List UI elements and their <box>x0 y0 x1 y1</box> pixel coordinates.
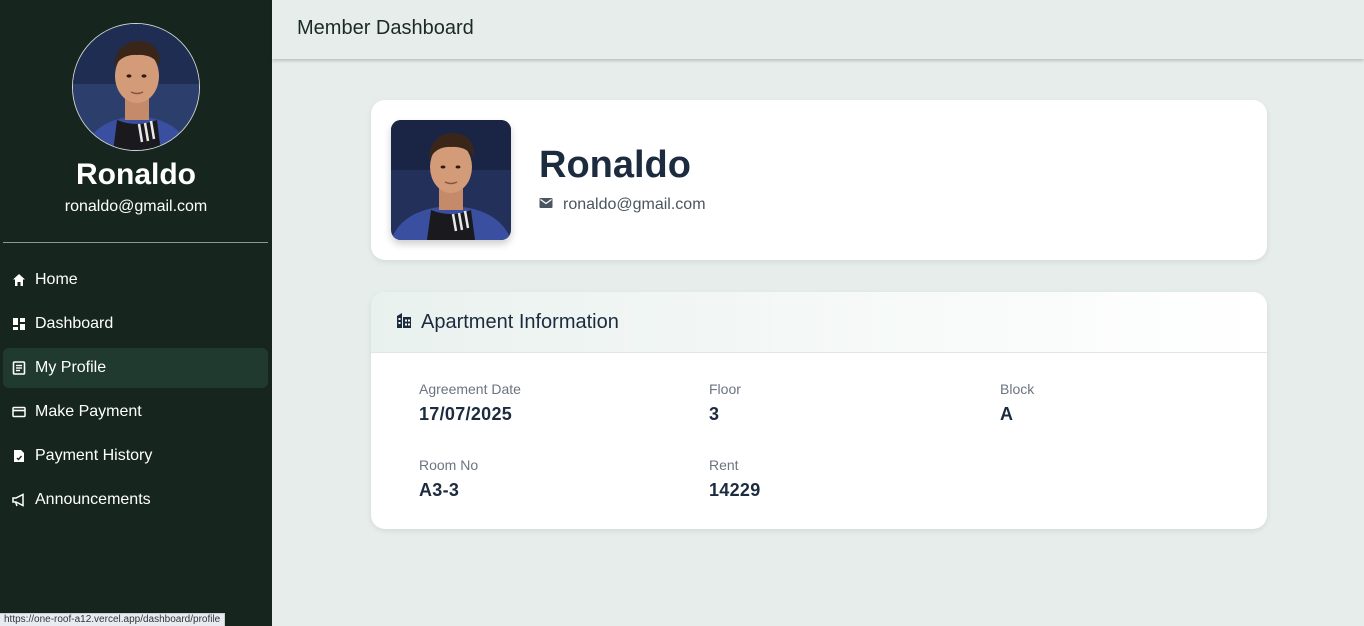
sidebar-item-label: Make Payment <box>35 403 142 420</box>
field-value: 17/07/2025 <box>419 404 513 424</box>
credit-card-icon <box>11 404 27 420</box>
field-label: Agreement Date <box>419 381 521 397</box>
sidebar-item-payment-history[interactable]: Payment History <box>3 436 268 476</box>
receipt-icon <box>11 448 27 464</box>
page-title: Member Dashboard <box>297 17 474 39</box>
profile-email: ronaldo@gmail.com <box>563 196 706 213</box>
apartment-info-title: Apartment Information <box>421 310 619 333</box>
sidebar-item-label: Home <box>35 271 78 288</box>
megaphone-icon <box>11 492 27 508</box>
sidebar-item-dashboard[interactable]: Dashboard <box>3 304 268 344</box>
top-bar: Member Dashboard <box>272 0 1364 59</box>
sidebar-item-label: My Profile <box>35 359 107 376</box>
field-label: Room No <box>419 457 479 473</box>
profile-icon <box>11 360 27 376</box>
sidebar-nav: Home Dashboard My Profile Make Payment P… <box>3 260 268 524</box>
mail-icon <box>539 196 553 214</box>
profile-card: Ronaldo ronaldo@gmail.com <box>371 100 1267 260</box>
sidebar-item-my-profile[interactable]: My Profile <box>3 348 268 388</box>
field-label: Floor <box>709 381 741 397</box>
sidebar-item-home[interactable]: Home <box>3 260 268 300</box>
field-agreement-date: Agreement Date 17/07/2025 <box>419 381 521 425</box>
sidebar-item-label: Payment History <box>35 447 153 464</box>
field-value: 14229 <box>709 480 761 500</box>
sidebar-user-name: Ronaldo <box>76 158 196 191</box>
field-value: 3 <box>709 404 720 424</box>
apartment-info-header: Apartment Information <box>371 292 1267 353</box>
user-photo <box>391 120 511 240</box>
building-icon <box>395 311 413 334</box>
sidebar-item-announcements[interactable]: Announcements <box>3 480 268 520</box>
field-rent: Rent 14229 <box>709 457 761 501</box>
avatar[interactable] <box>72 23 200 151</box>
field-label: Rent <box>709 457 739 473</box>
sidebar-item-label: Dashboard <box>35 315 114 332</box>
user-photo <box>73 24 199 150</box>
field-value: A3-3 <box>419 480 460 500</box>
field-value: A <box>1000 404 1014 424</box>
sidebar-item-make-payment[interactable]: Make Payment <box>3 392 268 432</box>
sidebar-item-label: Announcements <box>35 491 151 508</box>
sidebar-divider <box>3 242 268 243</box>
sidebar-user-email: ronaldo@gmail.com <box>64 198 208 215</box>
dashboard-icon <box>11 316 27 332</box>
field-room-no: Room No A3-3 <box>419 457 478 501</box>
field-label: Block <box>1000 381 1035 397</box>
home-icon <box>11 272 27 288</box>
status-bar-url: https://one-roof-a12.vercel.app/dashboar… <box>0 613 226 626</box>
sidebar: Ronaldo ronaldo@gmail.com Home Dashboard… <box>0 0 272 626</box>
profile-email-row: ronaldo@gmail.com <box>539 196 706 214</box>
profile-photo <box>391 120 511 240</box>
field-block: Block A <box>1000 381 1034 425</box>
field-floor: Floor 3 <box>709 381 741 425</box>
apartment-info-card: Apartment Information Agreement Date 17/… <box>371 292 1267 529</box>
profile-name: Ronaldo <box>539 144 691 186</box>
